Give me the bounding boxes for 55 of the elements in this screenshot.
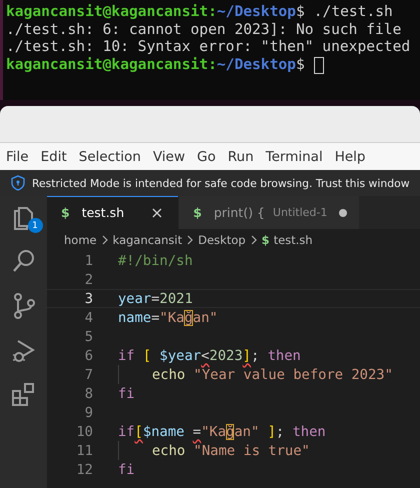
- code-line: echo "Year value before 2023": [152, 366, 393, 382]
- menu-item[interactable]: Selection: [78, 148, 141, 164]
- menu-item[interactable]: Go: [197, 148, 216, 164]
- notification-badge: 1: [28, 218, 42, 233]
- close-icon[interactable]: [152, 208, 162, 218]
- prompt-user: kagancansit@kagancansit:: [6, 56, 217, 73]
- breadcrumb-item[interactable]: $ test.sh: [262, 233, 313, 247]
- code-line: #!/bin/sh: [118, 252, 193, 268]
- line-number: 6: [84, 348, 93, 364]
- menu-item[interactable]: Terminal: [266, 148, 323, 164]
- shield-icon: [10, 175, 26, 191]
- line-number: 2: [84, 272, 93, 288]
- banner-text: Restricted Mode is intended for safe code browsing. Trust this window: [32, 176, 410, 190]
- breadcrumb-item[interactable]: home: [64, 233, 97, 247]
- line-number: 3: [84, 290, 93, 306]
- extensions-icon[interactable]: [10, 382, 36, 408]
- code-line: if [ $year<2023]; then: [118, 348, 301, 364]
- line-number: 5: [84, 328, 93, 344]
- chevron-icon: [102, 235, 108, 245]
- terminal-command: ./test.sh: [314, 3, 393, 20]
- breadcrumb-item[interactable]: Desktop: [198, 233, 246, 247]
- line-number: 1: [84, 252, 93, 268]
- terminal-output: ./test.sh: 10: Syntax error: "then" unexpected: [6, 38, 410, 56]
- menu-item[interactable]: Help: [334, 148, 366, 164]
- menu-item[interactable]: View: [152, 148, 186, 164]
- menu-item[interactable]: Run: [228, 148, 254, 164]
- editor-tab[interactable]: $ print() { Untitled-1: [179, 196, 360, 229]
- code-line: echo "Name is true": [152, 442, 310, 458]
- editor-tab[interactable]: $ test.sh: [47, 196, 180, 229]
- line-number: 9: [84, 404, 93, 420]
- menu-item[interactable]: Edit: [40, 148, 67, 164]
- line-number: 10: [75, 424, 93, 440]
- prompt-path: ~/Desktop: [216, 3, 296, 20]
- code-line: fi: [118, 462, 135, 478]
- line-number: 11: [75, 442, 93, 458]
- search-icon[interactable]: [10, 248, 36, 274]
- prompt-path: ~/Desktop: [216, 56, 296, 73]
- code-line: name="Kağan": [118, 310, 218, 326]
- menu-item[interactable]: File: [6, 148, 29, 164]
- line-number: 12: [75, 462, 93, 478]
- line-number: 7: [84, 366, 93, 382]
- prompt-user: kagancansit@kagancansit:: [6, 3, 217, 20]
- prompt-symbol: $: [296, 56, 305, 73]
- run-debug-icon[interactable]: [10, 338, 36, 364]
- code-line: if[$name ="Kağan" ]; then: [118, 424, 326, 440]
- line-number: 8: [84, 386, 93, 402]
- code-line: year=2021: [118, 290, 193, 306]
- branch-icon[interactable]: [12, 292, 36, 320]
- code-line: fi: [118, 386, 135, 402]
- line-number: 4: [84, 310, 93, 326]
- breadcrumb-item[interactable]: kagancansit: [112, 233, 182, 247]
- chevron-icon: [187, 235, 194, 245]
- terminal-output: ./test.sh: 6: cannot open 2023]: No such file: [6, 20, 402, 38]
- prompt-symbol: $: [296, 3, 305, 20]
- chevron-icon: [250, 235, 257, 245]
